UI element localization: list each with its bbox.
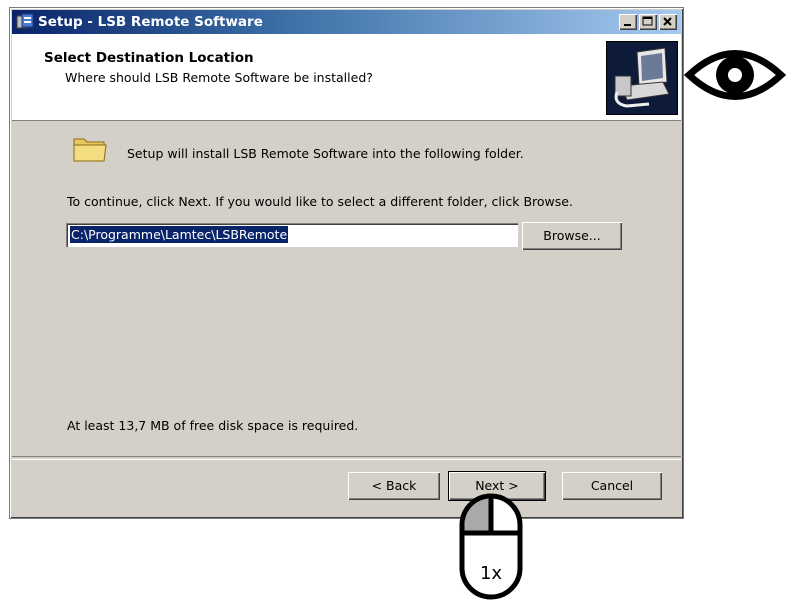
- destination-path-value: C:\Programme\Lamtec\LSBRemote: [70, 226, 289, 243]
- eye-icon: [683, 50, 787, 100]
- footer-divider: [12, 456, 681, 460]
- close-icon: [663, 17, 672, 26]
- disk-space-text: At least 13,7 MB of free disk space is r…: [67, 418, 359, 433]
- minimize-icon: [624, 24, 631, 26]
- page-title: Select Destination Location: [44, 50, 254, 66]
- browse-button[interactable]: Browse...: [522, 222, 622, 250]
- cancel-button[interactable]: Cancel: [562, 472, 662, 500]
- computer-install-icon: [606, 41, 678, 115]
- install-folder-text: Setup will install LSB Remote Software i…: [127, 146, 524, 161]
- destination-path-input[interactable]: C:\Programme\Lamtec\LSBRemote: [66, 223, 518, 247]
- setup-window: Setup - LSB Remote Software Select Desti…: [9, 7, 684, 519]
- folder-icon: [73, 138, 107, 162]
- page-subtitle: Where should LSB Remote Software be inst…: [65, 70, 373, 85]
- wizard-header: Select Destination Location Where should…: [12, 34, 681, 121]
- back-button[interactable]: < Back: [348, 472, 440, 500]
- window-title: Setup - LSB Remote Software: [38, 14, 263, 30]
- maximize-button[interactable]: [639, 14, 657, 30]
- close-button[interactable]: [659, 14, 677, 30]
- maximize-icon: [642, 16, 653, 26]
- click-count-label: 1x: [479, 563, 503, 584]
- app-icon: [16, 13, 34, 29]
- wizard-content: Setup will install LSB Remote Software i…: [12, 121, 681, 456]
- continue-instructions: To continue, click Next. If you would li…: [67, 194, 573, 209]
- minimize-button[interactable]: [619, 14, 637, 30]
- title-bar: Setup - LSB Remote Software: [12, 10, 681, 34]
